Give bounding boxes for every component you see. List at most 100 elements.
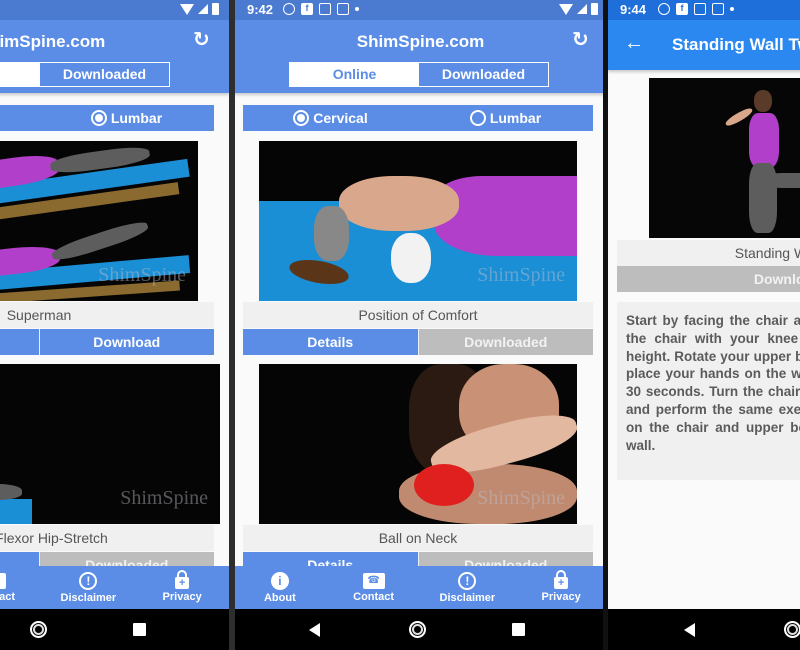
wifi-icon xyxy=(180,3,194,15)
exclamation-circle-icon: ! xyxy=(79,571,98,590)
lock-icon: + xyxy=(554,570,569,589)
nav-label: About xyxy=(263,591,296,604)
exclamation-circle-icon: ! xyxy=(458,571,477,590)
cell-signal-icon xyxy=(577,4,587,14)
app-title: ShimSpine.com xyxy=(356,32,485,51)
cell-signal-icon xyxy=(198,4,208,14)
system-recents-icon[interactable] xyxy=(512,623,525,636)
detail-title: Standing Wall Twist xyxy=(672,35,800,54)
status-bar: 9:42 f xyxy=(235,0,603,20)
exercise-image[interactable]: ShimSpine xyxy=(0,141,198,301)
downloaded-button: Downloaded xyxy=(617,266,800,292)
bottom-navigation: i About ☎ Contact ! Disclaimer + Privacy xyxy=(0,566,229,609)
wifi-icon xyxy=(559,3,573,15)
system-home-icon[interactable] xyxy=(409,621,426,638)
system-recents-icon[interactable] xyxy=(133,623,146,636)
watermark: ShimSpine xyxy=(477,264,565,286)
nav-label: Privacy xyxy=(162,591,202,603)
card-actions: Details Downloaded xyxy=(243,329,593,355)
details-button[interactable]: Details xyxy=(243,329,418,355)
tab-downloaded[interactable]: Downloaded xyxy=(419,63,548,86)
dot-icon xyxy=(730,7,734,11)
nav-contact[interactable]: ☎ Contact xyxy=(0,566,42,609)
watermark: ShimSpine xyxy=(477,487,565,509)
dot-icon xyxy=(355,7,359,11)
system-navigation-bar xyxy=(608,609,800,650)
gmail-icon xyxy=(319,3,331,15)
phone-screen-exercise-detail: 9:44 f ← Standing Wall Twist Standing Wa… xyxy=(608,0,800,650)
region-radio-group: Cervical Lumbar xyxy=(243,105,593,131)
system-home-icon[interactable] xyxy=(784,621,800,638)
radio-button-checked[interactable] xyxy=(293,110,310,126)
instagram-icon xyxy=(712,3,724,15)
system-navigation-bar xyxy=(0,609,229,650)
card-actions: Details Download xyxy=(0,329,214,355)
tab-online[interactable]: Online xyxy=(290,63,419,86)
refresh-icon[interactable]: ↻ xyxy=(572,30,590,50)
status-time: 9:44 xyxy=(620,2,647,17)
radio-button[interactable] xyxy=(469,110,486,126)
nav-label: Contact xyxy=(353,590,395,603)
tab-online[interactable]: Online xyxy=(0,63,40,86)
system-home-icon[interactable] xyxy=(30,621,47,638)
timer-icon xyxy=(658,3,670,15)
tab-downloaded[interactable]: Downloaded xyxy=(40,63,169,86)
detail-app-bar: ← Standing Wall Twist xyxy=(608,20,800,70)
nav-about[interactable]: i About xyxy=(235,566,327,609)
source-tabs: Online Downloaded xyxy=(289,62,549,87)
download-button[interactable]: Download xyxy=(38,329,214,355)
back-arrow-icon[interactable]: ← xyxy=(624,32,644,55)
app-bar: ShimSpine.com ↻ Online Downloaded xyxy=(0,20,229,93)
downloaded-button: Downloaded xyxy=(417,329,593,355)
nav-label: Privacy xyxy=(541,591,581,603)
exercise-image[interactable]: ShimSpine xyxy=(0,364,220,524)
facebook-icon: f xyxy=(301,3,313,15)
nav-disclaimer[interactable]: ! Disclaimer xyxy=(42,566,136,609)
nav-privacy[interactable]: + Privacy xyxy=(514,566,603,609)
phone-screen-cervical-online: 9:42 f ShimSpine.com ↻ Online Downloaded xyxy=(235,0,603,650)
exercise-title: Hip Flexor Hip-Stretch xyxy=(0,525,214,551)
refresh-icon[interactable]: ↻ xyxy=(193,30,211,50)
status-bar: 9:44 f xyxy=(608,0,800,20)
gmail-icon xyxy=(694,3,706,15)
radio-label: Cervical xyxy=(313,110,368,126)
phone-screen-lumbar-downloaded: ShimSpine.com ↻ Online Downloaded Cervic… xyxy=(0,0,229,650)
info-icon: i xyxy=(270,571,289,590)
radio-label: Lumbar xyxy=(110,110,163,126)
exercise-description: Start by facing the chair and place your… xyxy=(617,302,800,480)
nav-privacy[interactable]: + Privacy xyxy=(135,566,229,609)
nav-disclaimer[interactable]: ! Disclaimer xyxy=(421,566,515,609)
status-time: 9:42 xyxy=(247,2,274,17)
system-back-icon[interactable] xyxy=(309,623,320,637)
facebook-icon: f xyxy=(676,3,688,15)
radio-button-checked[interactable] xyxy=(90,110,107,126)
watermark: ShimSpine xyxy=(98,264,186,286)
radio-lumbar[interactable]: Lumbar xyxy=(418,105,593,131)
contact-card-icon: ☎ xyxy=(362,572,385,589)
radio-lumbar[interactable]: Lumbar xyxy=(39,105,214,131)
exercise-image[interactable]: ShimSpine xyxy=(259,364,577,524)
app-bar: ShimSpine.com ↻ Online Downloaded xyxy=(235,20,603,93)
radio-label: Lumbar xyxy=(489,110,542,126)
status-bar xyxy=(0,0,229,20)
details-button[interactable]: Details xyxy=(0,329,39,355)
battery-icon xyxy=(212,3,219,15)
radio-cervical[interactable]: Cervical xyxy=(0,105,39,131)
exercise-image[interactable]: ShimSpine xyxy=(259,141,577,301)
instagram-icon xyxy=(337,3,349,15)
radio-cervical[interactable]: Cervical xyxy=(243,105,418,131)
exercise-title: Position of Comfort xyxy=(243,302,593,328)
nav-contact[interactable]: ☎ Contact xyxy=(327,566,421,609)
battery-icon xyxy=(591,3,598,15)
exercise-title: Ball on Neck xyxy=(243,525,593,551)
contact-card-icon: ☎ xyxy=(0,572,6,589)
lock-icon: + xyxy=(175,570,190,589)
region-radio-group: Cervical Lumbar xyxy=(0,105,214,131)
exercise-name: Standing Wall Twist xyxy=(617,240,800,266)
nav-label: Disclaimer xyxy=(60,591,117,604)
exercise-image xyxy=(649,78,800,238)
system-back-icon[interactable] xyxy=(684,623,695,637)
watermark: ShimSpine xyxy=(120,487,208,509)
system-navigation-bar xyxy=(235,609,603,650)
nav-label: Disclaimer xyxy=(439,591,496,604)
